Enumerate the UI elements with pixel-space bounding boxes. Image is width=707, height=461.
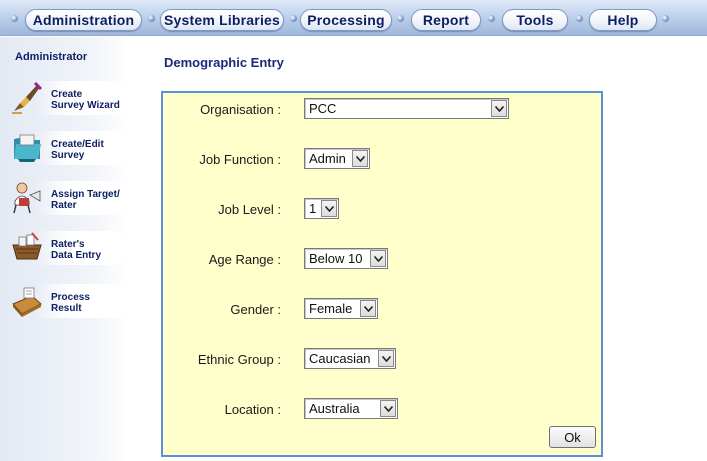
sidebar-item-label: Process Result (51, 292, 90, 314)
select-value: Admin (309, 151, 346, 166)
demographic-form: Organisation : PCC Job Function : Admin … (161, 91, 603, 457)
sidebar-item-label: Rater's Data Entry (51, 239, 102, 261)
sidebar-item-create-survey-wizard[interactable]: Create Survey Wizard (8, 78, 130, 118)
select-value: 1 (309, 201, 317, 216)
select-value: Female (309, 301, 353, 316)
sidebar-item-raters-data-entry[interactable]: Rater's Data Entry (8, 228, 130, 268)
job-function-label: Job Function : (199, 152, 281, 167)
gender-select[interactable]: Female (304, 298, 378, 319)
wizard-pen-icon (12, 81, 43, 114)
select-value: Australia (309, 401, 360, 416)
location-select[interactable]: Australia (304, 398, 398, 419)
tab-report[interactable]: Report (411, 9, 481, 31)
tab-help[interactable]: Help (589, 9, 657, 31)
top-navigation-bar: Administration System Libraries Processi… (0, 0, 707, 36)
tab-administration[interactable]: Administration (25, 9, 142, 31)
sidebar-item-label: Assign Target/ Rater (51, 189, 120, 211)
organisation-label: Organisation : (200, 102, 281, 117)
nav-bullet-icon (488, 15, 495, 22)
location-label: Location : (224, 402, 281, 417)
ok-button[interactable]: Ok (549, 426, 596, 448)
nav-bullet-icon (397, 15, 404, 22)
gender-label: Gender : (230, 302, 281, 317)
chevron-down-icon[interactable] (378, 350, 394, 367)
chevron-down-icon[interactable] (491, 100, 507, 117)
tab-tools[interactable]: Tools (502, 9, 568, 31)
age-range-label: Age Range : (208, 252, 281, 267)
chevron-down-icon[interactable] (380, 400, 396, 417)
target-person-icon (13, 182, 41, 214)
tab-system-libraries[interactable]: System Libraries (160, 9, 284, 31)
nav-bullet-icon (662, 15, 669, 22)
sidebar-item-assign-target-rater[interactable]: Assign Target/ Rater (8, 178, 130, 218)
nav-bullet-icon (11, 15, 18, 22)
sidebar-item-create-edit-survey[interactable]: Create/Edit Survey (8, 128, 130, 168)
age-range-select[interactable]: Below 10 (304, 248, 388, 269)
select-value: Below 10 (309, 251, 363, 266)
sidebar: Administrator Create Survey Wizard Creat… (0, 37, 130, 461)
nav-bullet-icon (148, 15, 155, 22)
chevron-down-icon[interactable] (321, 200, 337, 217)
sidebar-item-label: Create/Edit Survey (51, 139, 104, 161)
nav-bullet-icon (290, 15, 297, 22)
select-value: Caucasian (309, 351, 371, 366)
calculator-icon (12, 287, 42, 317)
page-title: Demographic Entry (164, 55, 284, 70)
tab-processing[interactable]: Processing (300, 9, 392, 31)
sidebar-item-process-result[interactable]: Process Result (8, 281, 130, 321)
data-entry-basket-icon (12, 232, 42, 260)
organisation-select[interactable]: PCC (304, 98, 509, 119)
job-level-select[interactable]: 1 (304, 198, 339, 219)
survey-folder-icon (14, 134, 41, 162)
sidebar-item-label: Create Survey Wizard (51, 89, 120, 111)
chevron-down-icon[interactable] (360, 300, 376, 317)
chevron-down-icon[interactable] (352, 150, 368, 167)
sidebar-title: Administrator (15, 51, 88, 63)
job-function-select[interactable]: Admin (304, 148, 370, 169)
chevron-down-icon[interactable] (370, 250, 386, 267)
select-value: PCC (309, 101, 337, 116)
job-level-label: Job Level : (218, 202, 281, 217)
nav-bullet-icon (576, 15, 583, 22)
ethnic-group-select[interactable]: Caucasian (304, 348, 396, 369)
ethnic-group-label: Ethnic Group : (197, 352, 281, 367)
